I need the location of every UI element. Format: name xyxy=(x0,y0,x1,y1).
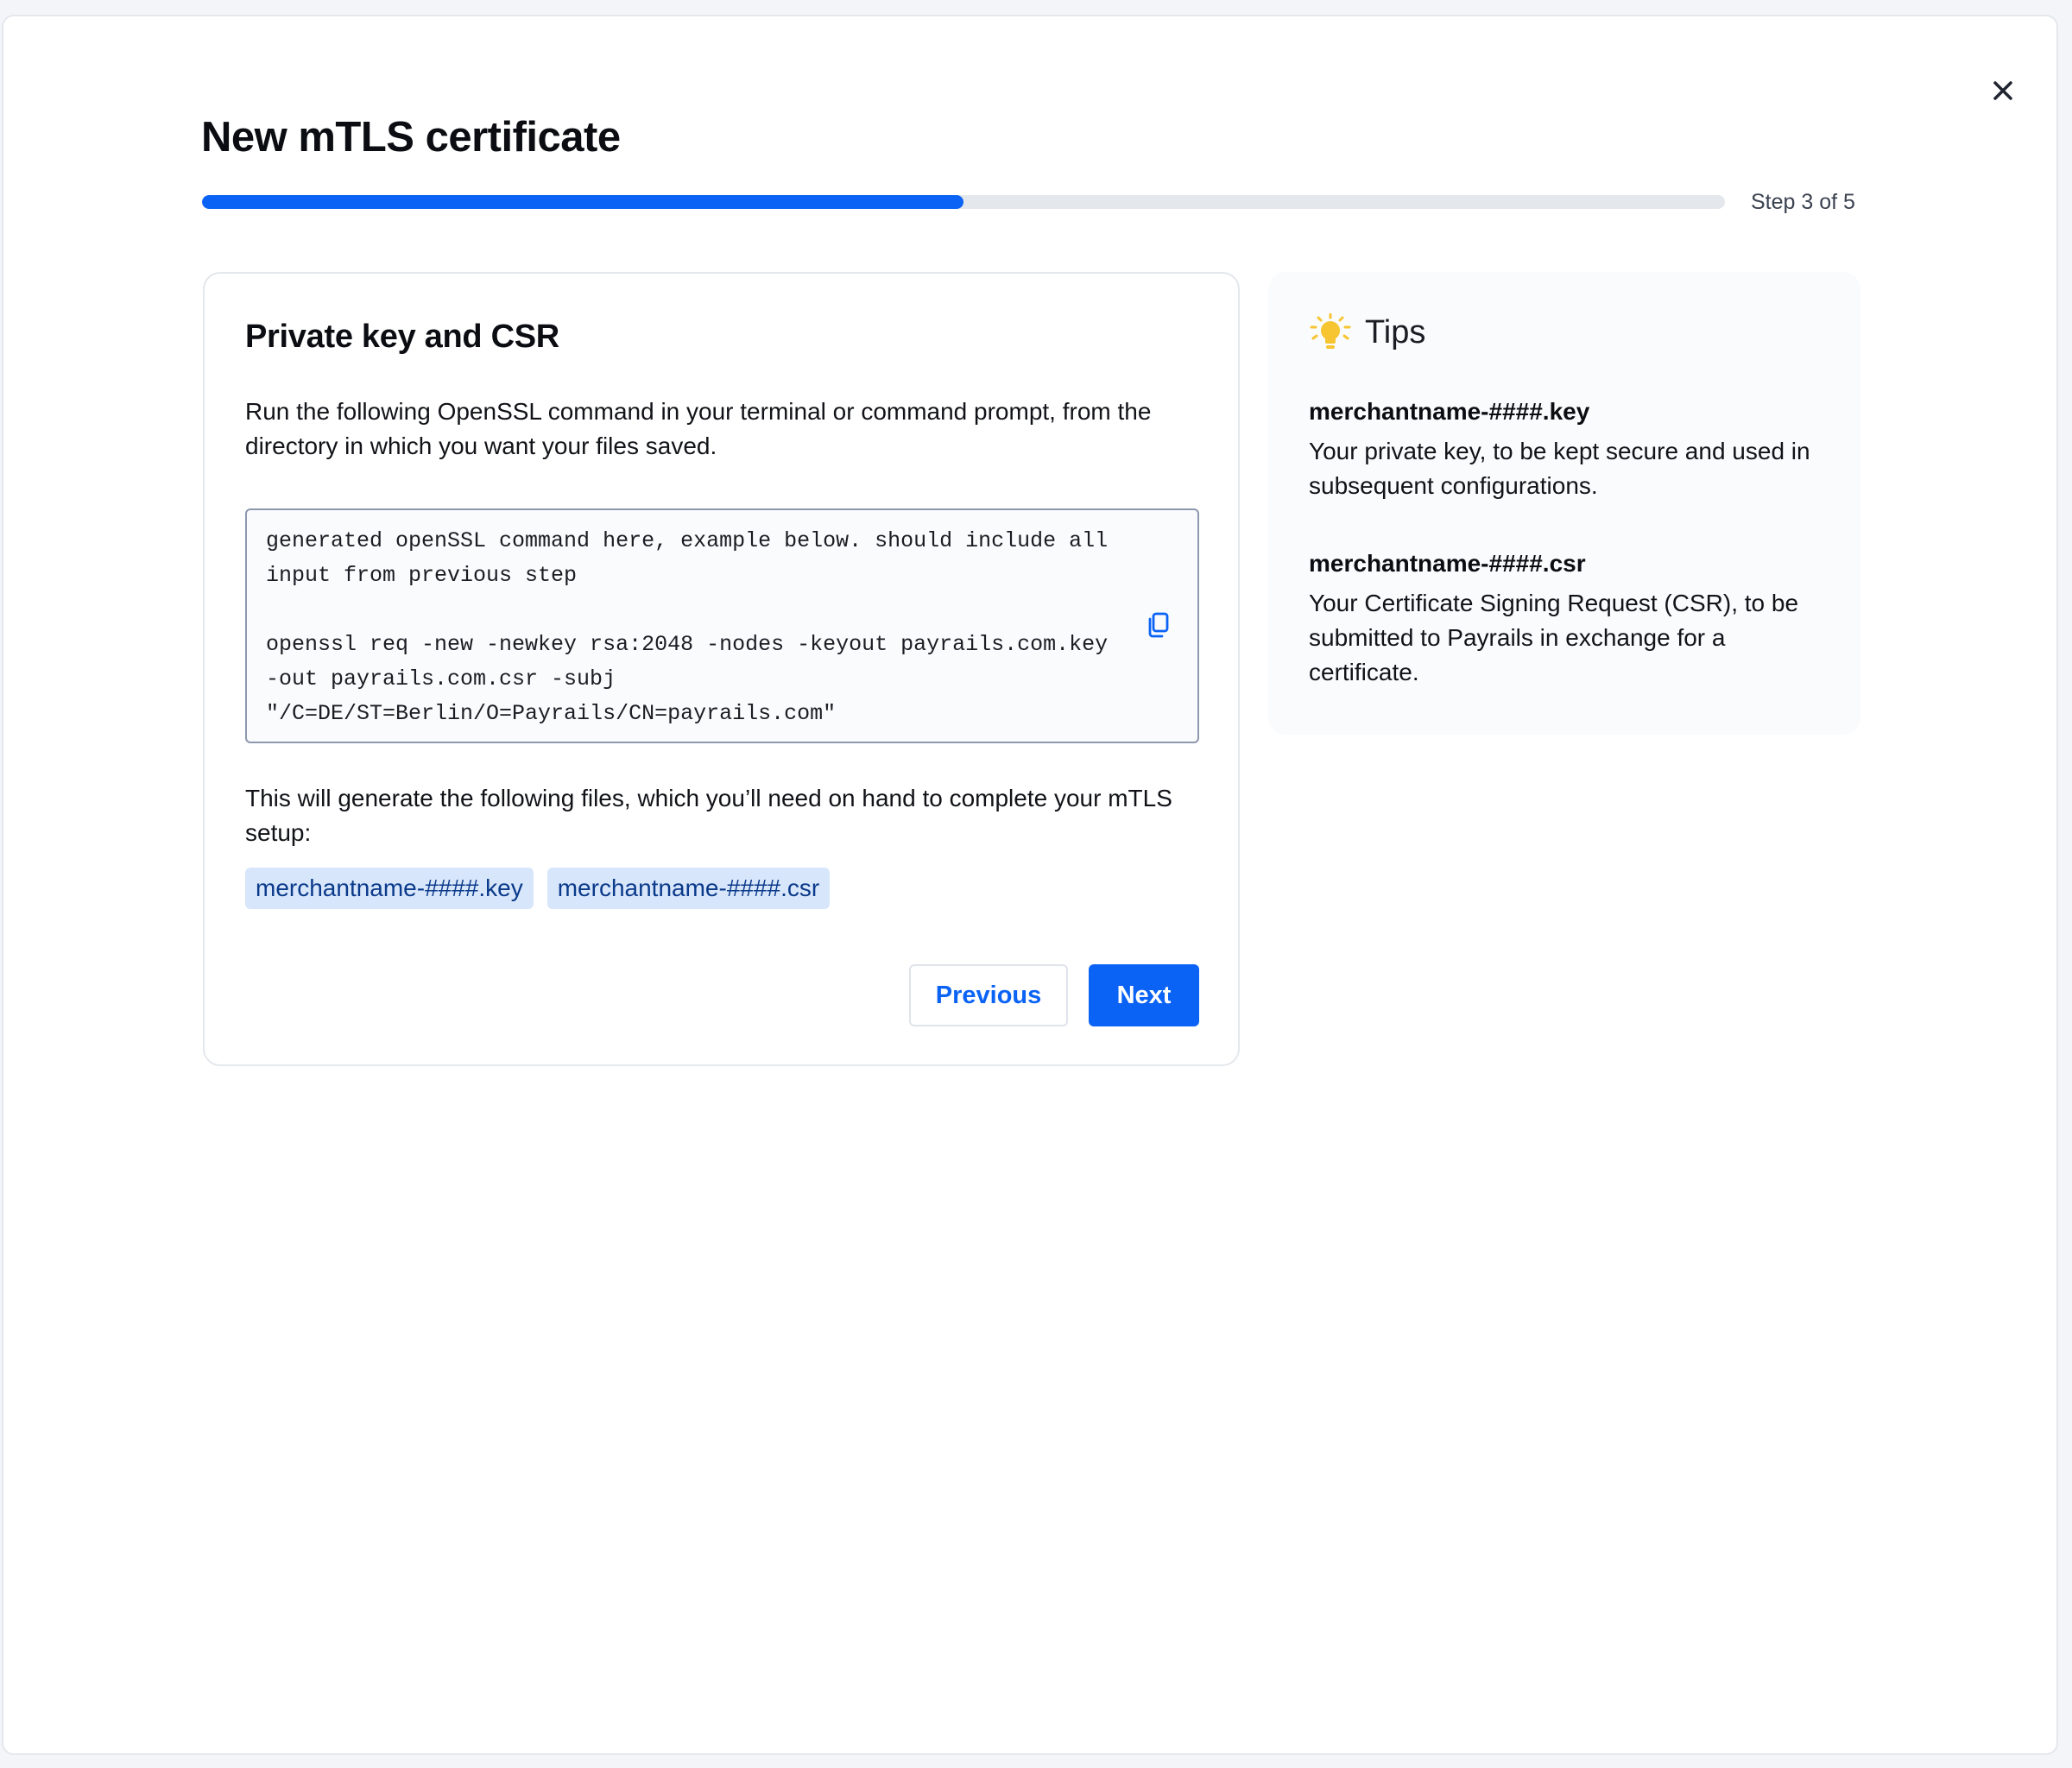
instructions-text: Run the following OpenSSL command in you… xyxy=(245,398,1152,459)
progress-fill xyxy=(202,195,963,209)
previous-button[interactable]: Previous xyxy=(909,964,1068,1026)
tip-item: merchantname-####.key Your private key, … xyxy=(1309,396,1827,503)
openssl-command[interactable]: generated openSSL command here, example … xyxy=(266,524,1129,731)
file-chips: merchantname-####.key merchantname-####.… xyxy=(245,868,831,909)
tip-item: merchantname-####.csr Your Certificate S… xyxy=(1309,548,1827,690)
step-indicator: Step 3 of 5 xyxy=(1751,190,1855,214)
files-description: This will generate the following files, … xyxy=(245,785,1172,846)
tip-description: Your Certificate Signing Request (CSR), … xyxy=(1309,590,1799,685)
private-key-card: Private key and CSR Run the following Op… xyxy=(203,272,1240,1066)
close-button[interactable] xyxy=(1984,72,2022,110)
copy-button[interactable] xyxy=(1141,608,1176,642)
tip-name: merchantname-####.key xyxy=(1309,398,1590,425)
tip-description: Your private key, to be kept secure and … xyxy=(1309,438,1810,499)
card-title: Private key and CSR xyxy=(245,319,559,355)
tip-name: merchantname-####.csr xyxy=(1309,550,1586,577)
tips-header: Tips xyxy=(1308,313,1425,351)
next-button[interactable]: Next xyxy=(1089,964,1199,1026)
certificate-modal: New mTLS certificate Step 3 of 5 Private… xyxy=(2,15,2058,1755)
close-icon xyxy=(1993,81,2012,100)
tips-panel: Tips merchantname-####.key Your private … xyxy=(1268,272,1860,735)
tips-title: Tips xyxy=(1365,313,1426,350)
lightbulb-icon xyxy=(1310,313,1351,349)
file-chip-key: merchantname-####.key xyxy=(245,868,534,909)
file-chip-csr: merchantname-####.csr xyxy=(546,868,831,909)
page-title: New mTLS certificate xyxy=(201,114,621,161)
progress-bar xyxy=(202,195,1725,209)
command-box: generated openSSL command here, example … xyxy=(245,508,1199,743)
copy-icon xyxy=(1148,612,1169,638)
